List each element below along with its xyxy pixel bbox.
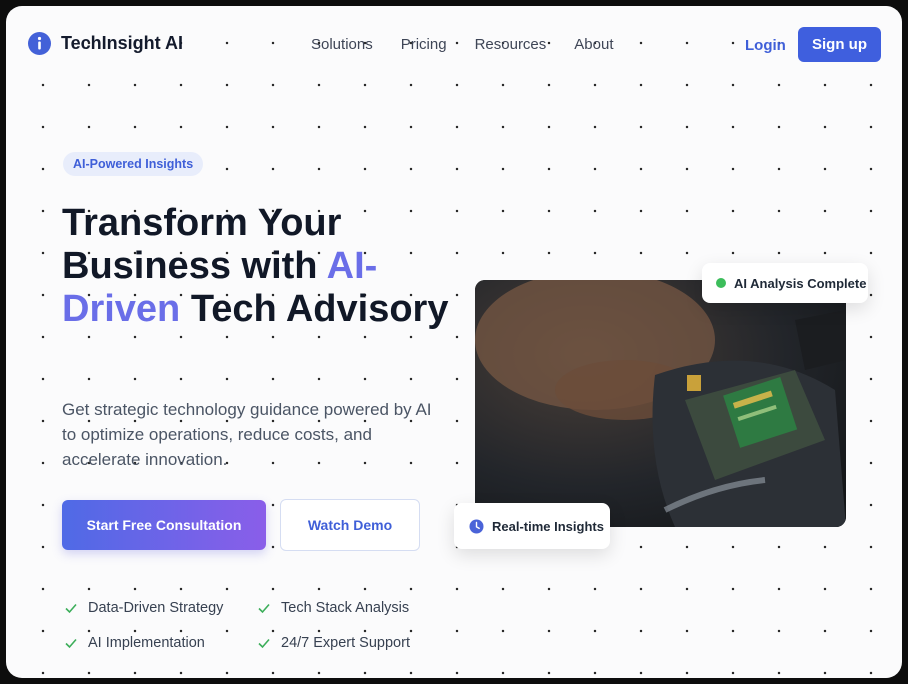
- nav-link-about[interactable]: About: [574, 36, 613, 53]
- hero-image: [475, 280, 846, 527]
- realtime-insights-card: Real-time Insights: [454, 503, 610, 549]
- check-icon: [258, 603, 270, 614]
- hero-title-part2: Tech Advisory: [180, 288, 449, 330]
- analysis-status-card: AI Analysis Complete: [702, 263, 868, 303]
- signup-button[interactable]: Sign up: [798, 27, 881, 62]
- start-consultation-button[interactable]: Start Free Consultation: [62, 500, 266, 550]
- nav-link-resources[interactable]: Resources: [475, 36, 547, 53]
- feature-label: Data-Driven Strategy: [88, 600, 224, 616]
- info-icon: [28, 32, 51, 55]
- feature-item: Data-Driven Strategy: [64, 600, 223, 616]
- feature-label: 24/7 Expert Support: [281, 635, 410, 651]
- hero-title: Transform Your Business with AI-Driven T…: [62, 202, 462, 331]
- status-dot-icon: [716, 278, 726, 288]
- nav-links: Solutions Pricing Resources About: [311, 36, 613, 53]
- top-navigation: TechInsight AI Solutions Pricing Resourc…: [6, 6, 902, 82]
- clock-icon: [469, 519, 484, 533]
- brand-name: TechInsight AI: [61, 33, 184, 53]
- brand-logo[interactable]: TechInsight AI: [28, 32, 183, 55]
- check-icon: [65, 638, 77, 649]
- login-link[interactable]: Login: [745, 37, 786, 54]
- ai-powered-badge: AI-Powered Insights: [63, 152, 204, 176]
- nav-link-pricing[interactable]: Pricing: [401, 36, 447, 53]
- feature-item: AI Implementation: [64, 635, 205, 651]
- nav-link-solutions[interactable]: Solutions: [311, 36, 373, 53]
- check-icon: [258, 638, 270, 649]
- feature-label: Tech Stack Analysis: [281, 600, 410, 616]
- feature-item: 24/7 Expert Support: [257, 635, 410, 651]
- check-icon: [65, 603, 77, 614]
- hero-subtitle: Get strategic technology guidance powere…: [62, 400, 432, 469]
- browser-frame: TechInsight AI Solutions Pricing Resourc…: [6, 6, 902, 678]
- status-card-label: AI Analysis Complete: [734, 275, 867, 291]
- hero-title-part1: Transform Your Business with: [62, 202, 342, 287]
- watch-demo-button[interactable]: Watch Demo: [280, 499, 420, 551]
- feature-item: Tech Stack Analysis: [257, 600, 409, 616]
- insights-card-label: Real-time Insights: [492, 518, 604, 534]
- feature-label: AI Implementation: [88, 635, 205, 651]
